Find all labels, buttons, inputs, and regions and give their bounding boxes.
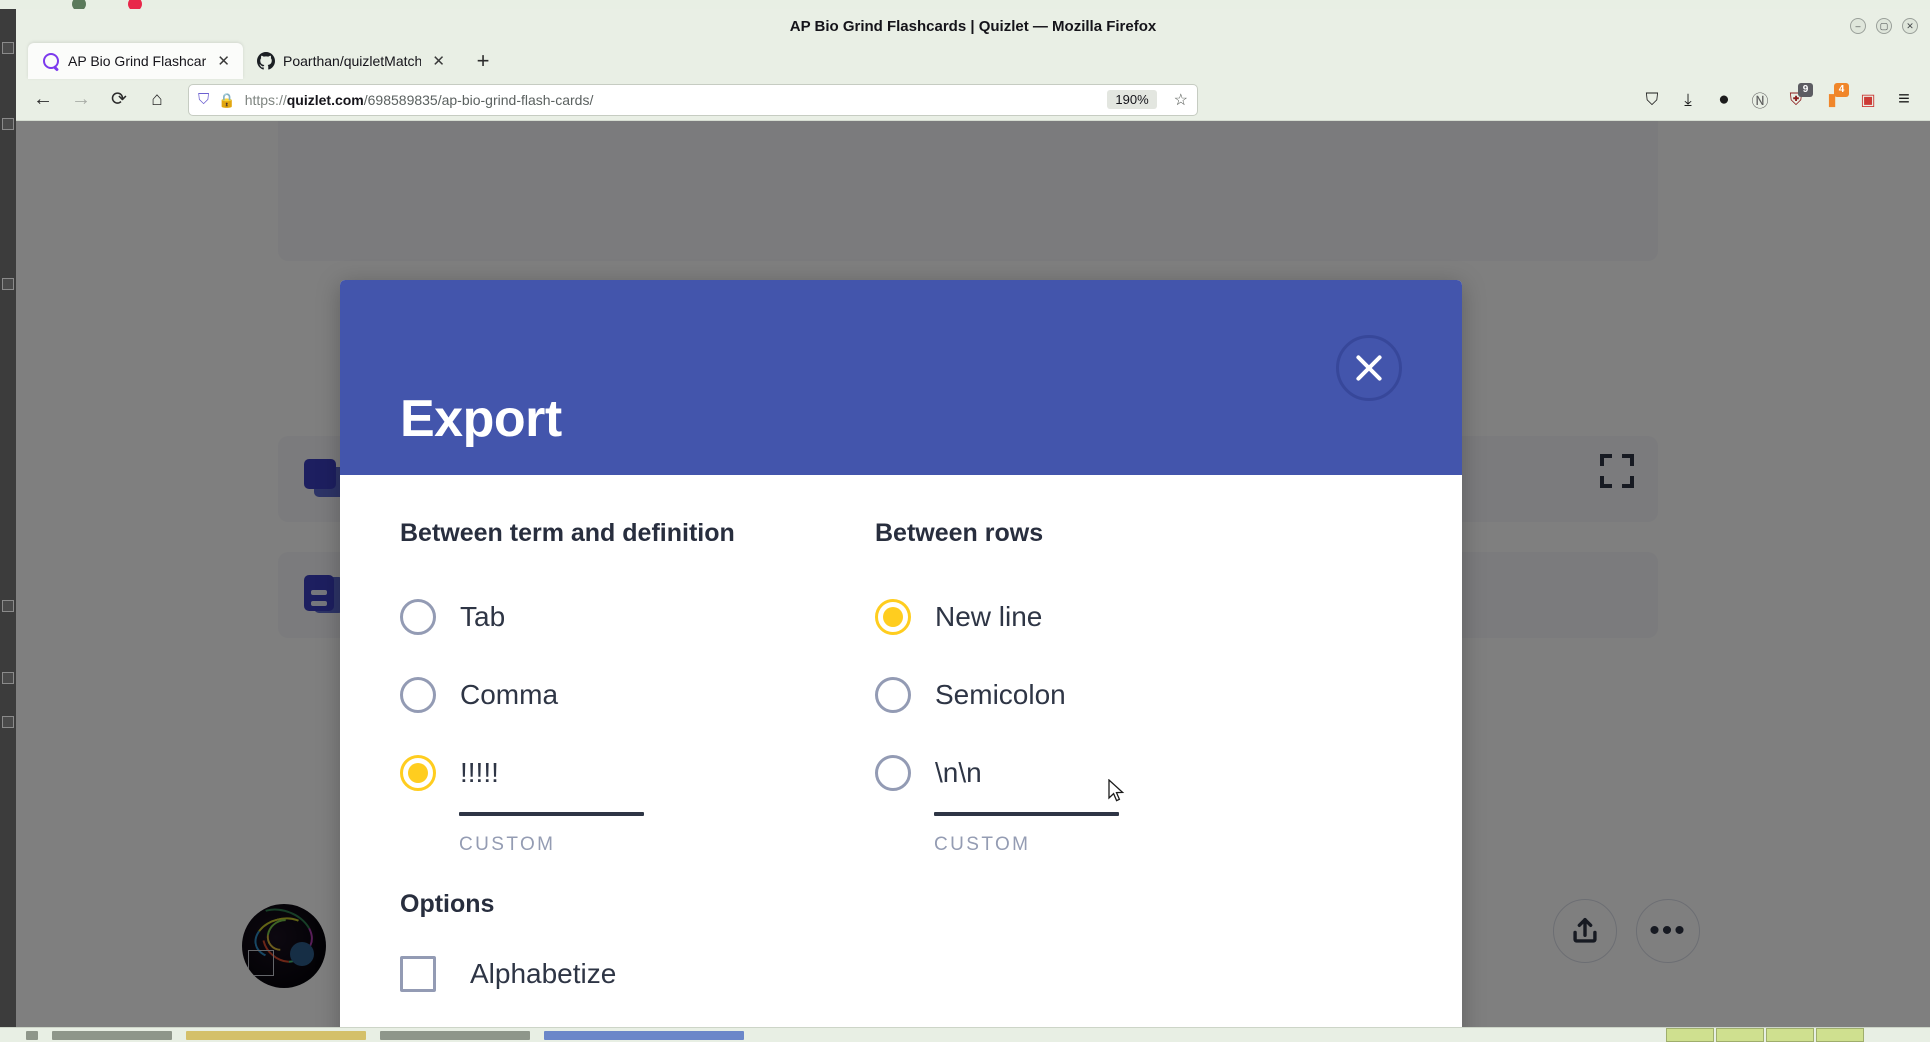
delimiter-columns: Between term and definition Tab Comma !!…	[400, 519, 1402, 856]
system-taskbar[interactable]	[0, 1027, 1930, 1042]
tab-label: Poarthan/quizletMatch: H	[283, 53, 422, 69]
screenshot-icon[interactable]: ▣	[1852, 84, 1884, 116]
radio-button[interactable]	[875, 755, 911, 791]
checkbox-alphabetize[interactable]: Alphabetize	[400, 945, 1402, 1003]
taskbar-item[interactable]	[52, 1030, 172, 1040]
radio-label: Tab	[460, 601, 506, 632]
url-path: /698589835/ap-bio-grind-flash-cards/	[363, 91, 594, 108]
group-between-term-and-definition: Between term and definition Tab Comma !!…	[400, 519, 875, 856]
taskbar-item[interactable]	[186, 1030, 366, 1040]
options-title: Options	[400, 890, 495, 918]
app-menu-icon[interactable]: ≡	[1888, 84, 1920, 116]
workspace[interactable]	[1666, 1028, 1714, 1042]
group-between-rows: Between rows New line Semicolon \n\n CUS…	[875, 519, 1350, 856]
back-button[interactable]: ←	[26, 84, 60, 116]
workspace[interactable]	[1766, 1028, 1814, 1042]
group-title: Between term and definition	[400, 519, 735, 547]
extension-badge: 4	[1834, 82, 1849, 97]
modal-title: Export	[400, 390, 562, 448]
pocket-icon[interactable]: ⛉	[1636, 84, 1668, 116]
custom-caption: CUSTOM	[459, 834, 556, 855]
account-icon[interactable]: ●	[1708, 84, 1740, 116]
modal-body: Between term and definition Tab Comma !!…	[340, 475, 1462, 1027]
window-title: AP Bio Grind Flashcards | Quizlet — Mozi…	[789, 17, 1157, 35]
downloads-icon[interactable]: ⤓	[1672, 84, 1704, 116]
radio-button[interactable]	[400, 677, 436, 713]
workspace-switcher[interactable]	[1666, 1028, 1864, 1042]
export-modal: Export Between term and definition Tab C…	[340, 280, 1462, 1027]
firefox-window: AP Bio Grind Flashcards | Quizlet — Mozi…	[16, 9, 1930, 1027]
taskbar-item[interactable]	[380, 1030, 530, 1040]
custom-delimiter-field-term[interactable]: CUSTOM	[459, 812, 644, 856]
page-viewport: Flashcards Test	[16, 121, 1930, 1027]
desktop-dock	[0, 0, 16, 1042]
radio-label: New line	[935, 601, 1043, 632]
tab-github[interactable]: Poarthan/quizletMatch: H ✕	[243, 43, 458, 79]
github-icon	[257, 52, 275, 70]
tab-label: AP Bio Grind Flashcards |	[68, 53, 207, 69]
radio-option-tab[interactable]: Tab	[400, 578, 875, 656]
desktop-top-strip	[0, 0, 1930, 11]
custom-caption: CUSTOM	[934, 834, 1031, 855]
radio-label: !!!!!	[460, 757, 499, 788]
modal-header: Export	[340, 280, 1462, 475]
maximize-button[interactable]: ▢	[1876, 18, 1892, 34]
forward-button[interactable]: →	[64, 84, 98, 116]
radio-button[interactable]	[875, 599, 911, 635]
custom-delimiter-field-rows[interactable]: CUSTOM	[934, 812, 1119, 856]
extension-icon[interactable]: ▮ 4	[1816, 82, 1849, 116]
url-text: https://quizlet.com/698589835/ap-bio-gri…	[245, 92, 1099, 108]
close-modal-button[interactable]	[1336, 335, 1402, 401]
quizlet-q-icon	[42, 52, 60, 72]
workspace[interactable]	[1716, 1028, 1764, 1042]
radio-label: \n\n	[935, 757, 982, 788]
tab-close-button[interactable]: ✕	[429, 52, 448, 71]
zoom-level-indicator[interactable]: 190%	[1107, 90, 1157, 109]
minimize-button[interactable]: –	[1850, 18, 1866, 34]
radio-label: Semicolon	[935, 679, 1066, 710]
tab-close-button[interactable]: ✕	[214, 52, 233, 71]
radio-option-custom[interactable]: !!!!!	[400, 734, 875, 812]
checkbox-label: Alphabetize	[470, 958, 617, 989]
new-tab-button[interactable]: +	[468, 46, 498, 76]
tab-strip: AP Bio Grind Flashcards | ✕ Poarthan/qui…	[16, 43, 1930, 79]
window-controls: – ▢ ✕	[1850, 18, 1918, 34]
ublock-badge: 9	[1798, 82, 1813, 97]
taskbar-item[interactable]	[544, 1030, 744, 1040]
custom-input-underline[interactable]	[934, 812, 1119, 816]
tab-quizlet[interactable]: AP Bio Grind Flashcards | ✕	[28, 43, 243, 79]
reload-button[interactable]: ⟳	[102, 84, 136, 116]
toolbar-extensions: ⛉ ⤓ ● Ⓝ ⛨ 9 ▮ 4 ▣ ≡	[1636, 82, 1920, 116]
home-button[interactable]: ⌂	[140, 84, 174, 116]
checkbox-input[interactable]	[400, 956, 436, 992]
window-titlebar: AP Bio Grind Flashcards | Quizlet — Mozi…	[16, 9, 1930, 43]
url-bar[interactable]: ⛉ 🔒 https://quizlet.com/698589835/ap-bio…	[188, 83, 1198, 116]
star-icon[interactable]: ☆	[1174, 90, 1188, 110]
radio-option-comma[interactable]: Comma	[400, 656, 875, 734]
radio-label: Comma	[460, 679, 559, 710]
taskbar-item[interactable]	[26, 1030, 38, 1040]
radio-button[interactable]	[875, 677, 911, 713]
workspace[interactable]	[1816, 1028, 1864, 1042]
radio-option-custom-rows[interactable]: \n\n	[875, 734, 1350, 812]
radio-button[interactable]	[400, 599, 436, 635]
custom-input-underline[interactable]	[459, 812, 644, 816]
radio-option-semicolon[interactable]: Semicolon	[875, 656, 1350, 734]
url-domain: quizlet.com	[286, 91, 364, 108]
tracking-shield-icon[interactable]: ⛉	[198, 92, 209, 107]
desktop: AP Bio Grind Flashcards | Quizlet — Mozi…	[0, 0, 1930, 1042]
noscript-icon[interactable]: Ⓝ	[1744, 84, 1776, 116]
padlock-icon[interactable]: 🔒	[218, 93, 235, 107]
group-title: Between rows	[875, 519, 1044, 547]
close-icon	[1352, 351, 1386, 385]
url-scheme: https://	[244, 91, 287, 108]
radio-button[interactable]	[400, 755, 436, 791]
navigation-toolbar: ← → ⟳ ⌂ ⛉ 🔒 https://quizlet.com/69858983…	[16, 79, 1930, 121]
close-window-button[interactable]: ✕	[1902, 18, 1918, 34]
ublock-origin-icon[interactable]: ⛨ 9	[1780, 82, 1813, 116]
radio-option-new-line[interactable]: New line	[875, 578, 1350, 656]
